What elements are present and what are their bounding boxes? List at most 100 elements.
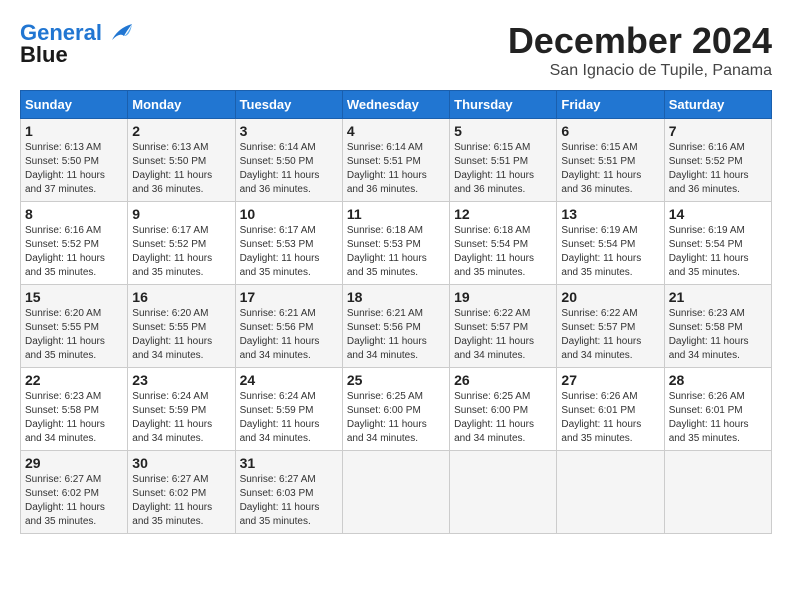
day-number: 25: [347, 372, 445, 388]
day-info: Sunrise: 6:23 AMSunset: 5:58 PMDaylight:…: [25, 390, 123, 446]
calendar-empty-cell: [557, 451, 664, 534]
day-info: Sunrise: 6:25 AMSunset: 6:00 PMDaylight:…: [454, 390, 552, 446]
day-number: 8: [25, 206, 123, 222]
calendar-day-cell: 12Sunrise: 6:18 AMSunset: 5:54 PMDayligh…: [450, 202, 557, 285]
day-number: 28: [669, 372, 767, 388]
calendar-day-cell: 23Sunrise: 6:24 AMSunset: 5:59 PMDayligh…: [128, 368, 235, 451]
header-monday: Monday: [128, 91, 235, 119]
calendar-week-row: 22 Sunrise: 6:23 AMSunset: 5:58 PMDayligh…: [21, 368, 772, 451]
day-info: Sunrise: 6:13 AMSunset: 5:50 PMDaylight:…: [25, 141, 123, 197]
day-number: 23: [132, 372, 230, 388]
day-number: 29: [25, 455, 123, 471]
logo: General Blue: [20, 20, 136, 68]
calendar-day-cell: 11 Sunrise: 6:18 AMSunset: 5:53 PMDayligh…: [342, 202, 449, 285]
day-number: 2: [132, 123, 230, 139]
calendar-day-cell: 1 Sunrise: 6:13 AMSunset: 5:50 PMDaylight…: [21, 119, 128, 202]
calendar-empty-cell: [450, 451, 557, 534]
day-info: Sunrise: 6:22 AMSunset: 5:57 PMDaylight:…: [454, 307, 552, 363]
day-number: 30: [132, 455, 230, 471]
calendar-day-cell: 16 Sunrise: 6:20 AMSunset: 5:55 PMDayligh…: [128, 285, 235, 368]
day-info: Sunrise: 6:17 AMSunset: 5:52 PMDaylight:…: [132, 224, 230, 280]
day-number: 12: [454, 206, 552, 222]
day-number: 20: [561, 289, 659, 305]
day-number: 14: [669, 206, 767, 222]
calendar-week-row: 1 Sunrise: 6:13 AMSunset: 5:50 PMDaylight…: [21, 119, 772, 202]
day-number: 16: [132, 289, 230, 305]
calendar-day-cell: 26 Sunrise: 6:25 AMSunset: 6:00 PMDayligh…: [450, 368, 557, 451]
calendar-day-cell: 21Sunrise: 6:23 AMSunset: 5:58 PMDayligh…: [664, 285, 771, 368]
day-info: Sunrise: 6:16 AMSunset: 5:52 PMDaylight:…: [25, 224, 123, 280]
day-number: 13: [561, 206, 659, 222]
day-number: 27: [561, 372, 659, 388]
calendar-day-cell: 8 Sunrise: 6:16 AMSunset: 5:52 PMDaylight…: [21, 202, 128, 285]
header-friday: Friday: [557, 91, 664, 119]
calendar-day-cell: 20 Sunrise: 6:22 AMSunset: 5:57 PMDayligh…: [557, 285, 664, 368]
day-number: 17: [240, 289, 338, 305]
day-info: Sunrise: 6:25 AMSunset: 6:00 PMDaylight:…: [347, 390, 445, 446]
day-number: 10: [240, 206, 338, 222]
day-info: Sunrise: 6:23 AMSunset: 5:58 PMDaylight:…: [669, 307, 767, 363]
day-info: Sunrise: 6:13 AMSunset: 5:50 PMDaylight:…: [132, 141, 230, 197]
calendar-day-cell: 3Sunrise: 6:14 AMSunset: 5:50 PMDaylight…: [235, 119, 342, 202]
calendar-day-cell: 5 Sunrise: 6:15 AMSunset: 5:51 PMDaylight…: [450, 119, 557, 202]
calendar-day-cell: 2 Sunrise: 6:13 AMSunset: 5:50 PMDaylight…: [128, 119, 235, 202]
calendar-day-cell: 19 Sunrise: 6:22 AMSunset: 5:57 PMDayligh…: [450, 285, 557, 368]
day-number: 4: [347, 123, 445, 139]
day-info: Sunrise: 6:19 AMSunset: 5:54 PMDaylight:…: [561, 224, 659, 280]
calendar-day-cell: 14 Sunrise: 6:19 AMSunset: 5:54 PMDayligh…: [664, 202, 771, 285]
day-number: 1: [25, 123, 123, 139]
calendar-week-row: 15 Sunrise: 6:20 AMSunset: 5:55 PMDayligh…: [21, 285, 772, 368]
day-info: Sunrise: 6:15 AMSunset: 5:51 PMDaylight:…: [454, 141, 552, 197]
day-info: Sunrise: 6:22 AMSunset: 5:57 PMDaylight:…: [561, 307, 659, 363]
day-info: Sunrise: 6:26 AMSunset: 6:01 PMDaylight:…: [561, 390, 659, 446]
day-number: 31: [240, 455, 338, 471]
calendar-day-cell: 29 Sunrise: 6:27 AMSunset: 6:02 PMDayligh…: [21, 451, 128, 534]
calendar-day-cell: 6Sunrise: 6:15 AMSunset: 5:51 PMDaylight…: [557, 119, 664, 202]
header-wednesday: Wednesday: [342, 91, 449, 119]
page-title: December 2024: [508, 20, 772, 62]
page-header: General Blue December 2024 San Ignacio d…: [20, 20, 772, 80]
day-number: 7: [669, 123, 767, 139]
header-tuesday: Tuesday: [235, 91, 342, 119]
header-sunday: Sunday: [21, 91, 128, 119]
day-info: Sunrise: 6:26 AMSunset: 6:01 PMDaylight:…: [669, 390, 767, 446]
day-info: Sunrise: 6:24 AMSunset: 5:59 PMDaylight:…: [240, 390, 338, 446]
day-info: Sunrise: 6:18 AMSunset: 5:53 PMDaylight:…: [347, 224, 445, 280]
calendar-day-cell: 15Sunrise: 6:20 AMSunset: 5:55 PMDayligh…: [21, 285, 128, 368]
day-number: 6: [561, 123, 659, 139]
calendar-day-cell: 22 Sunrise: 6:23 AMSunset: 5:58 PMDayligh…: [21, 368, 128, 451]
day-number: 9: [132, 206, 230, 222]
title-block: December 2024 San Ignacio de Tupile, Pan…: [508, 20, 772, 80]
calendar-day-cell: 27 Sunrise: 6:26 AMSunset: 6:01 PMDayligh…: [557, 368, 664, 451]
day-info: Sunrise: 6:27 AMSunset: 6:03 PMDaylight:…: [240, 473, 338, 529]
calendar-week-row: 29 Sunrise: 6:27 AMSunset: 6:02 PMDayligh…: [21, 451, 772, 534]
header-thursday: Thursday: [450, 91, 557, 119]
day-info: Sunrise: 6:20 AMSunset: 5:55 PMDaylight:…: [132, 307, 230, 363]
day-number: 11: [347, 206, 445, 222]
day-info: Sunrise: 6:21 AMSunset: 5:56 PMDaylight:…: [240, 307, 338, 363]
day-info: Sunrise: 6:16 AMSunset: 5:52 PMDaylight:…: [669, 141, 767, 197]
calendar-day-cell: 30 Sunrise: 6:27 AMSunset: 6:02 PMDayligh…: [128, 451, 235, 534]
day-number: 22: [25, 372, 123, 388]
calendar-day-cell: 9 Sunrise: 6:17 AMSunset: 5:52 PMDaylight…: [128, 202, 235, 285]
day-number: 5: [454, 123, 552, 139]
calendar-empty-cell: [664, 451, 771, 534]
day-info: Sunrise: 6:27 AMSunset: 6:02 PMDaylight:…: [132, 473, 230, 529]
day-info: Sunrise: 6:19 AMSunset: 5:54 PMDaylight:…: [669, 224, 767, 280]
calendar-day-cell: 4 Sunrise: 6:14 AMSunset: 5:51 PMDaylight…: [342, 119, 449, 202]
calendar-day-cell: 31 Sunrise: 6:27 AMSunset: 6:03 PMDayligh…: [235, 451, 342, 534]
calendar-empty-cell: [342, 451, 449, 534]
day-number: 24: [240, 372, 338, 388]
day-info: Sunrise: 6:27 AMSunset: 6:02 PMDaylight:…: [25, 473, 123, 529]
day-number: 15: [25, 289, 123, 305]
header-saturday: Saturday: [664, 91, 771, 119]
day-number: 26: [454, 372, 552, 388]
logo-bird-icon: [104, 22, 136, 44]
day-number: 19: [454, 289, 552, 305]
day-info: Sunrise: 6:14 AMSunset: 5:51 PMDaylight:…: [347, 141, 445, 197]
calendar-day-cell: 10Sunrise: 6:17 AMSunset: 5:53 PMDayligh…: [235, 202, 342, 285]
calendar-day-cell: 7 Sunrise: 6:16 AMSunset: 5:52 PMDaylight…: [664, 119, 771, 202]
day-number: 18: [347, 289, 445, 305]
calendar-table: SundayMondayTuesdayWednesdayThursdayFrid…: [20, 90, 772, 534]
calendar-header-row: SundayMondayTuesdayWednesdayThursdayFrid…: [21, 91, 772, 119]
